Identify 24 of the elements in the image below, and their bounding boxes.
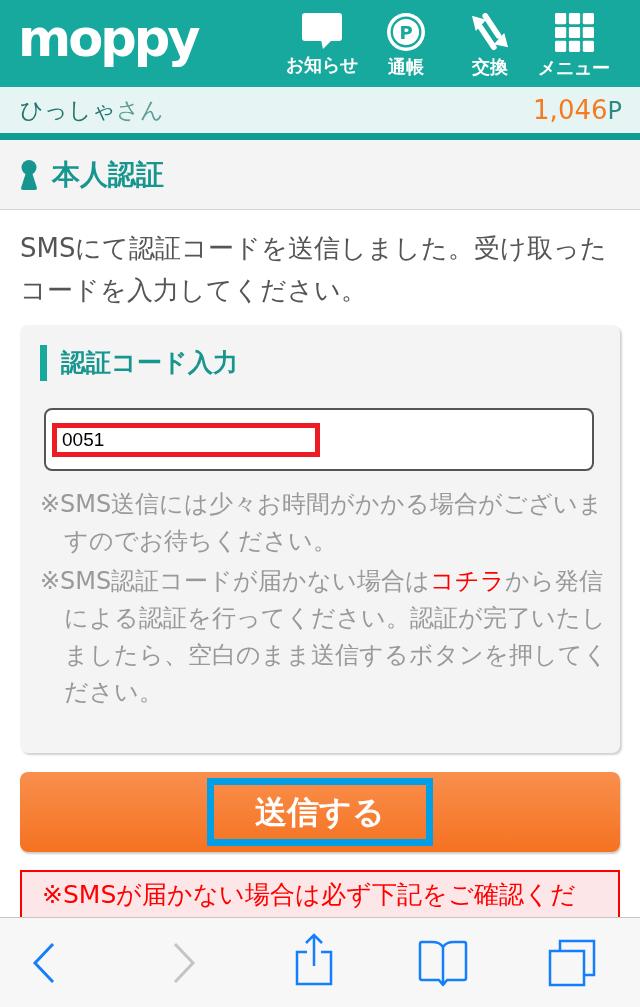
note-text: ※SMS認証コードが届かない場合は コチラ から発信による認証を行ってください。認証が完了いたしましたら、空白のまま送信するボタンを押してください。: [40, 566, 608, 708]
code-input-field[interactable]: 0051: [44, 408, 594, 471]
tabs-icon[interactable]: [548, 938, 596, 987]
back-icon[interactable]: [32, 941, 56, 984]
grid-icon: [554, 13, 594, 52]
notice-text: ※SMSが届かない場合は必ず下記をご確認くだ: [42, 880, 578, 910]
nav-button[interactable]: メニュー: [536, 0, 612, 87]
circled-p-icon: P: [387, 13, 425, 51]
speech-bubble-icon: [302, 13, 342, 49]
share-icon[interactable]: [295, 931, 333, 986]
intro-text: SMSにて認証コードを送信しました。受け取ったコードを入力してください。: [20, 232, 609, 307]
person-icon: [20, 159, 38, 190]
submit-button[interactable]: 送信する: [20, 772, 620, 852]
book-icon[interactable]: [418, 938, 468, 987]
points-balance[interactable]: 1,046P: [533, 95, 622, 125]
nav-button[interactable]: P 通帳: [368, 0, 444, 87]
page-title: 本人認証: [52, 156, 164, 193]
user-greeting: ひっしゃ さん: [20, 95, 164, 125]
text-link[interactable]: コチラ: [430, 567, 506, 595]
note-text: ※SMS送信には少々お時間がかかる場合がございますのでお待ちください。: [40, 489, 605, 557]
section-heading: 認証コード入力: [40, 345, 608, 381]
arrows-icon: [470, 13, 510, 51]
nav-button[interactable]: お知らせ: [284, 0, 360, 87]
nav-button[interactable]: 交換: [452, 0, 528, 87]
